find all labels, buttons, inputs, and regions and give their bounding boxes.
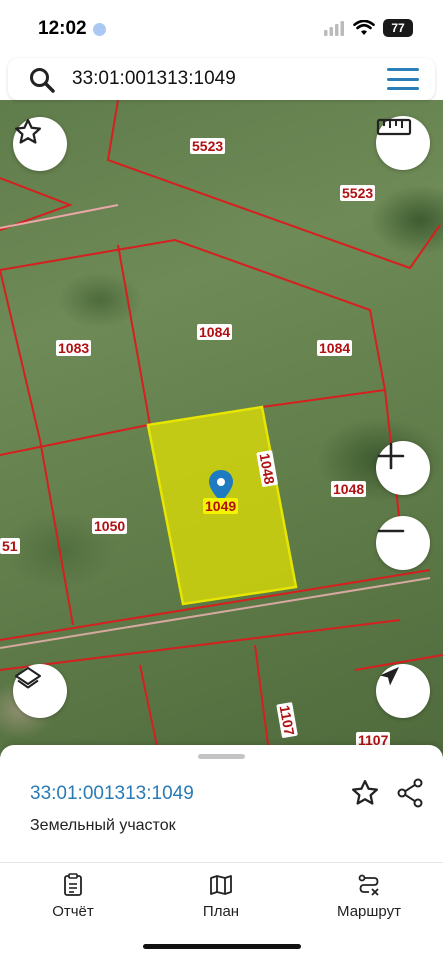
minus-icon: [377, 529, 405, 533]
favorite-button[interactable]: [13, 117, 67, 171]
parcel-label: 51: [0, 538, 20, 554]
zoom-in-button[interactable]: [376, 441, 430, 495]
route-icon: [358, 874, 379, 896]
layers-icon: [15, 667, 41, 689]
my-location-button[interactable]: [376, 664, 430, 718]
tab-label: План: [202, 903, 240, 920]
tab-report[interactable]: Отчёт: [18, 873, 128, 920]
parcel-label: 1084: [197, 324, 233, 340]
plus-icon: [377, 442, 405, 470]
ruler-button[interactable]: [376, 116, 430, 170]
cellular-signal-icon: [324, 21, 344, 36]
cadastral-overlay: [0, 100, 443, 760]
share-icon[interactable]: [396, 778, 424, 808]
star-icon[interactable]: [350, 778, 380, 808]
map-icon: [210, 875, 232, 895]
status-icons: 77: [323, 19, 413, 37]
star-icon: [15, 119, 41, 144]
parcel-label: 1048: [331, 481, 367, 497]
search-icon[interactable]: [28, 66, 56, 94]
parcel-label: 5523: [190, 138, 226, 154]
search-bar: [8, 58, 435, 100]
navigation-arrow-icon: [380, 667, 399, 686]
parcel-label: 1083: [56, 340, 92, 356]
tab-label: Маршрут: [337, 903, 401, 920]
parcel-info-sheet[interactable]: 33:01:001313:1049 Земельный участок: [0, 745, 443, 865]
battery-indicator: 77: [383, 19, 413, 37]
status-time: 12:02: [38, 18, 87, 39]
report-icon: [64, 873, 82, 896]
wifi-icon: [353, 20, 375, 35]
tab-label: Отчёт: [52, 903, 94, 920]
status-bar: 12:02 77: [0, 0, 443, 56]
location-indicator-icon: [93, 23, 106, 36]
layers-button[interactable]: [13, 664, 67, 718]
search-input[interactable]: [72, 64, 372, 94]
battery-level: 77: [391, 21, 405, 35]
parcel-label: 1050: [92, 518, 128, 534]
parcel-label: 5523: [340, 185, 376, 201]
sheet-grabber[interactable]: [198, 754, 245, 759]
ruler-icon: [376, 118, 412, 136]
selected-parcel-label: 1049: [203, 498, 239, 514]
hamburger-menu-icon[interactable]: [387, 68, 419, 90]
map-view[interactable]: 5523 5523 1083 1084 1084 1048 1048 1050 …: [0, 100, 443, 760]
zoom-out-button[interactable]: [376, 516, 430, 570]
tab-plan[interactable]: План: [166, 873, 276, 920]
parcel-type-label: Земельный участок: [30, 817, 176, 834]
home-indicator: [143, 944, 301, 949]
tab-route[interactable]: Маршрут: [314, 873, 424, 920]
parcel-cadastral-number[interactable]: 33:01:001313:1049: [30, 783, 194, 805]
parcel-label: 1084: [317, 340, 353, 356]
